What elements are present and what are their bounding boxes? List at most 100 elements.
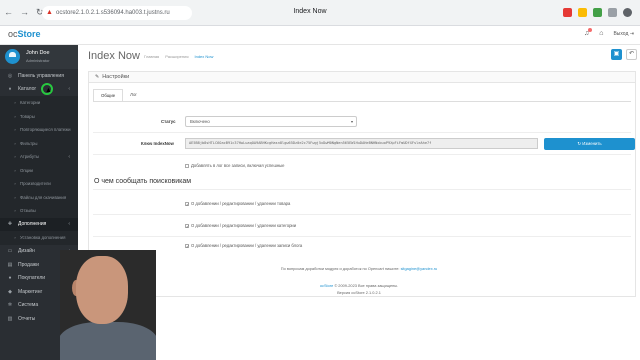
sidebar-item[interactable]: ◎ Панель управления bbox=[0, 69, 78, 83]
save-button[interactable]: ▣ bbox=[611, 49, 622, 60]
key-label: Ключ IndexNow bbox=[141, 141, 174, 146]
status-select[interactable]: Включено ▾ bbox=[185, 116, 357, 127]
extension-yellow-icon[interactable] bbox=[578, 8, 587, 17]
reply-icon: ↶ bbox=[628, 51, 635, 57]
breadcrumb-current[interactable]: Index Now bbox=[195, 54, 214, 59]
breadcrumb-home[interactable]: Главная bbox=[144, 54, 159, 59]
tab-log[interactable]: Лог bbox=[123, 89, 144, 101]
notify-category-label: О добавлении / редактировании / удалении… bbox=[191, 223, 297, 228]
divider bbox=[93, 154, 631, 155]
user-profile[interactable]: John Doe Administrator bbox=[0, 45, 78, 69]
status-value: Включено bbox=[190, 119, 210, 124]
extension-shield-icon[interactable] bbox=[593, 8, 602, 17]
notify-heading: О чем сообщать поисковикам bbox=[94, 178, 192, 185]
sidebar-subitem[interactable]: › Отзывы bbox=[0, 204, 78, 218]
user-name: John Doe bbox=[26, 50, 50, 56]
bar-chart-icon: ▥ bbox=[7, 315, 13, 322]
sidebar-item-label: Дополнения bbox=[18, 221, 47, 228]
support-text: По вопросам доработки модуля и доработок… bbox=[280, 266, 400, 271]
bell-icon[interactable]: ♫ bbox=[584, 28, 593, 37]
home-icon[interactable]: ⌂ bbox=[599, 30, 603, 37]
tag-icon: ⬧ bbox=[8, 86, 12, 93]
sidebar-item-label: Повторяющиеся платежи bbox=[20, 127, 71, 133]
bullet-icon: › bbox=[14, 194, 16, 200]
log-all-checkbox[interactable] bbox=[185, 163, 189, 168]
app-header: ocStore ♫ ⌂ Выход ⇥ bbox=[0, 26, 640, 45]
browser-nav: ← → ↻ bbox=[4, 7, 44, 17]
sidebar-item-label: Категории bbox=[20, 100, 41, 106]
sidebar-subitem[interactable]: › Категории bbox=[0, 96, 78, 110]
panel-heading: ✎ Настройки bbox=[89, 72, 635, 83]
sidebar-subitem[interactable]: › Атрибуты ‹ bbox=[0, 150, 78, 164]
save-icon: ▣ bbox=[613, 51, 620, 57]
profile-icon[interactable] bbox=[623, 8, 632, 17]
sidebar-item[interactable]: ✚ Дополнения ‹ bbox=[0, 217, 78, 231]
notify-blog-row[interactable]: ✓ О добавлении / редактировании / удален… bbox=[185, 243, 302, 248]
divider bbox=[93, 236, 631, 237]
divider bbox=[93, 214, 631, 215]
indexnow-key-field[interactable]: AE5B8jb8sHTLC6OacB91c37HwLuaqOA9ABHKcgHa… bbox=[185, 138, 538, 149]
page-header: Index Now Главная Расширения Index Now ▣… bbox=[78, 45, 640, 70]
pencil-icon: ✎ bbox=[95, 74, 100, 80]
sidebar-subitem[interactable]: › Опции bbox=[0, 163, 78, 177]
sidebar-item[interactable]: ⬧ Каталог ‹ bbox=[0, 83, 78, 97]
bullet-icon: › bbox=[14, 181, 16, 187]
notify-product-row[interactable]: ✓ О добавлении / редактировании / удален… bbox=[185, 201, 290, 206]
breadcrumb-extensions[interactable]: Расширения bbox=[165, 54, 188, 59]
sidebar-item-label: Фильтры bbox=[20, 140, 38, 146]
bullet-icon: › bbox=[14, 113, 16, 119]
footer-version: Версия ocStore 2.1.0.2.1 bbox=[337, 290, 381, 295]
back-icon[interactable]: ← bbox=[4, 7, 13, 17]
tab-bar: Общие Лог bbox=[93, 89, 144, 101]
sidebar-item-label: Маркетинг bbox=[18, 288, 43, 295]
address-bar[interactable]: ▲ ocstore2.1.0.2.1.s536094.ha003.t.justn… bbox=[42, 6, 192, 20]
back-button[interactable]: ↶ bbox=[626, 49, 637, 60]
page-title: Index Now bbox=[88, 50, 140, 62]
sidebar-subitem[interactable]: › Товары bbox=[0, 109, 78, 123]
sidebar-item-label: Каталог bbox=[18, 86, 37, 93]
sidebar-item-label: Система bbox=[18, 302, 39, 309]
chevron-left-icon: ‹ bbox=[68, 221, 70, 228]
sidebar-subitem[interactable]: › Файлы для скачивания bbox=[0, 190, 78, 204]
tab-general[interactable]: Общие bbox=[93, 89, 124, 101]
browser-chrome: ← → ↻ ▲ ocstore2.1.0.2.1.s536094.ha003.t… bbox=[0, 0, 640, 26]
notify-category-checkbox[interactable]: ✓ bbox=[185, 223, 189, 228]
footer-brand-line: ocStore © 2009-2023 Все права защищены. bbox=[78, 283, 640, 288]
extension-red-icon[interactable] bbox=[563, 8, 572, 17]
share-icon: ◆ bbox=[8, 288, 12, 295]
bullet-icon: › bbox=[14, 154, 16, 160]
sidebar-subitem[interactable]: › Производители bbox=[0, 177, 78, 191]
logout-link[interactable]: Выход ⇥ bbox=[613, 31, 634, 37]
status-label: Статус bbox=[161, 119, 176, 124]
panel-title: Настройки bbox=[102, 74, 130, 80]
sidebar-subitem[interactable]: › Повторяющиеся платежи bbox=[0, 123, 78, 137]
forward-icon[interactable]: → bbox=[20, 7, 29, 17]
user-role: Administrator bbox=[26, 58, 50, 63]
notify-product-checkbox[interactable]: ✓ bbox=[185, 201, 189, 206]
notify-blog-checkbox[interactable]: ✓ bbox=[185, 243, 189, 248]
notify-blog-label: О добавлении / редактировании / удалении… bbox=[191, 243, 303, 248]
extension-puzzle-icon[interactable] bbox=[608, 8, 617, 17]
insecure-warning-icon[interactable]: ▲ bbox=[46, 6, 53, 20]
bullet-icon: › bbox=[14, 100, 16, 106]
sidebar-item-label: Опции bbox=[20, 167, 33, 173]
log-all-checkbox-row[interactable]: Добавлять в лог все записи, включая успе… bbox=[185, 163, 285, 168]
notify-product-label: О добавлении / редактировании / удалении… bbox=[191, 201, 291, 206]
cart-icon: ▤ bbox=[7, 261, 13, 268]
sidebar-item-label: Товары bbox=[20, 113, 35, 119]
footer-brand-link[interactable]: ocStore bbox=[320, 283, 333, 288]
avatar bbox=[5, 49, 20, 64]
notify-category-row[interactable]: ✓ О добавлении / редактировании / удален… bbox=[185, 223, 296, 228]
change-key-button[interactable]: ↻ Изменить bbox=[544, 138, 635, 150]
sidebar-subitem[interactable]: › Фильтры bbox=[0, 136, 78, 150]
support-email-link[interactable]: sitgagine@yandex.ru bbox=[401, 266, 438, 271]
logo-main: Store bbox=[17, 29, 41, 39]
change-key-label: Изменить bbox=[582, 141, 602, 146]
sidebar-item-label: Покупатели bbox=[18, 275, 46, 282]
bullet-icon: › bbox=[14, 127, 16, 133]
cog-icon: ✲ bbox=[7, 302, 13, 309]
logo[interactable]: ocStore bbox=[8, 29, 41, 39]
sidebar-item-label: Дизайн bbox=[18, 248, 35, 255]
logout-label: Выход bbox=[613, 30, 629, 37]
sidebar-subitem[interactable]: › Установка дополнения bbox=[0, 231, 78, 245]
